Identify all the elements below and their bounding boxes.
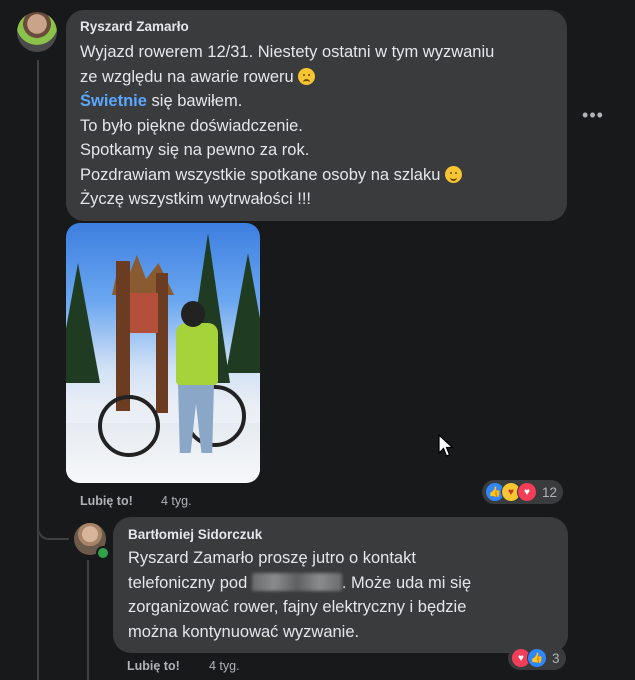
reply-line: Ryszard Zamarło proszę jutro o kontakt [128, 549, 416, 567]
reply-reactions-summary[interactable]: ♥ 👍 3 [508, 646, 566, 670]
reply-line: zorganizować rower, fajny elektryczny i … [128, 598, 467, 616]
comment-text: Wyjazd rowerem 12/31. Niestety ostatni w… [80, 40, 494, 212]
comment-author[interactable]: Ryszard Zamarło [80, 19, 189, 34]
bike-wheel [98, 395, 160, 457]
comment-line: Pozdrawiam wszystkie spotkane osoby na s… [80, 163, 494, 188]
comment-line: To było piękne doświadczenie. [80, 116, 303, 135]
comment-photo[interactable] [66, 223, 260, 483]
reply-author[interactable]: Bartłomiej Sidorczuk [128, 527, 262, 542]
tree-shape [66, 263, 100, 383]
comment-timestamp[interactable]: 4 tyg. [161, 494, 192, 508]
love-icon: ♥ [517, 482, 537, 502]
mouse-cursor-icon [438, 434, 454, 457]
comment-line: Spotkamy się na pewno za rok. [80, 141, 310, 159]
avatar[interactable] [17, 12, 57, 52]
reply-thread-line [87, 560, 89, 680]
thread-connector [37, 494, 69, 540]
reply-like-button[interactable]: Lubię to! [127, 659, 180, 673]
person-jacket [176, 323, 218, 385]
person-helmet [181, 301, 205, 327]
like-button[interactable]: Lubię to! [80, 494, 133, 508]
sign-post [116, 261, 130, 411]
reaction-count: 12 [542, 484, 558, 500]
like-icon: 👍 [527, 648, 547, 668]
redacted-phone-number [251, 572, 342, 591]
tree-shape [226, 253, 260, 373]
reply-line: telefoniczny pod . Może uda mi się [128, 572, 472, 592]
comment-line: ze względu na awarie roweru [80, 65, 494, 90]
reaction-count: 3 [552, 650, 560, 666]
comment-line: Wyjazd rowerem 12/31. Niestety ostatni w… [80, 43, 495, 61]
comment-line: Świetnie się bawiłem. [80, 92, 243, 110]
more-options-icon[interactable]: ••• [582, 105, 604, 125]
reactions-summary[interactable]: 👍 ♥ ♥ 12 [482, 480, 564, 504]
reply-line: można kontynuować wyzwanie. [128, 622, 360, 641]
smile-emoji-icon [445, 165, 463, 183]
highlighted-word[interactable]: Świetnie [80, 92, 147, 110]
disappointed-emoji-icon [298, 67, 316, 85]
reply-timestamp[interactable]: 4 tyg. [209, 659, 240, 673]
reply-text: Ryszard Zamarło proszę jutro o kontakt t… [128, 546, 471, 644]
online-status-icon [96, 546, 110, 560]
sign-board [130, 293, 158, 333]
comment-line: Życzę wszystkim wytrwałości !!! [80, 190, 312, 208]
thread-line [37, 60, 39, 680]
